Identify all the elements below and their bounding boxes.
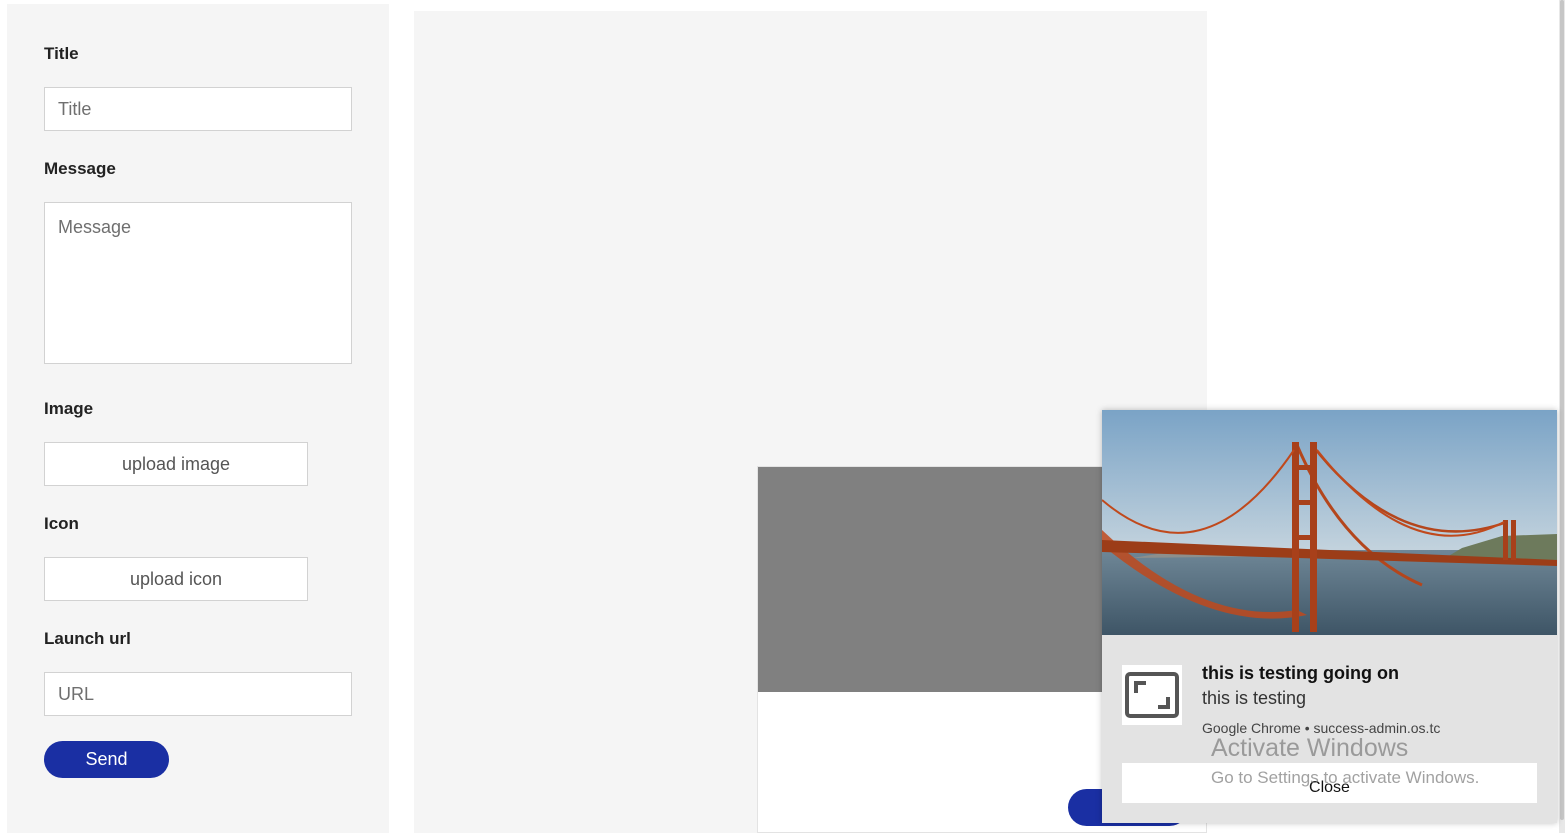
launch-url-label: Launch url — [44, 629, 131, 648]
title-label: Title — [44, 44, 79, 63]
toast-title: this is testing going on — [1202, 663, 1399, 683]
scrollbar-thumb[interactable] — [1560, 0, 1564, 820]
toast-source: Google Chrome • success-admin.os.tc — [1202, 720, 1441, 736]
notification-form: Title Message Image upload image Icon up… — [7, 4, 389, 833]
toast-body: this is testing — [1202, 688, 1307, 708]
upload-image-label: upload image — [121, 453, 231, 474]
upload-icon-label: upload icon — [129, 568, 223, 589]
send-button[interactable]: Send — [44, 741, 169, 778]
chrome-toast-notification[interactable]: this is testing going on this is testing… — [1102, 410, 1557, 823]
close-button[interactable]: Close — [1122, 763, 1537, 803]
message-textarea[interactable] — [44, 202, 352, 364]
preview-panel — [414, 11, 1207, 833]
page-scrollbar[interactable] — [1559, 0, 1565, 833]
upload-image-button[interactable]: upload image — [44, 442, 308, 486]
title-input[interactable] — [44, 87, 352, 131]
url-input[interactable] — [44, 672, 352, 716]
image-label: Image — [44, 399, 94, 418]
golden-gate-bridge-image — [1102, 410, 1557, 635]
message-label: Message — [44, 159, 116, 178]
expand-frame-icon — [1122, 665, 1182, 725]
page: Title Message Image upload image Icon up… — [0, 0, 1565, 833]
upload-icon-button[interactable]: upload icon — [44, 557, 308, 601]
icon-label: Icon — [44, 514, 79, 533]
